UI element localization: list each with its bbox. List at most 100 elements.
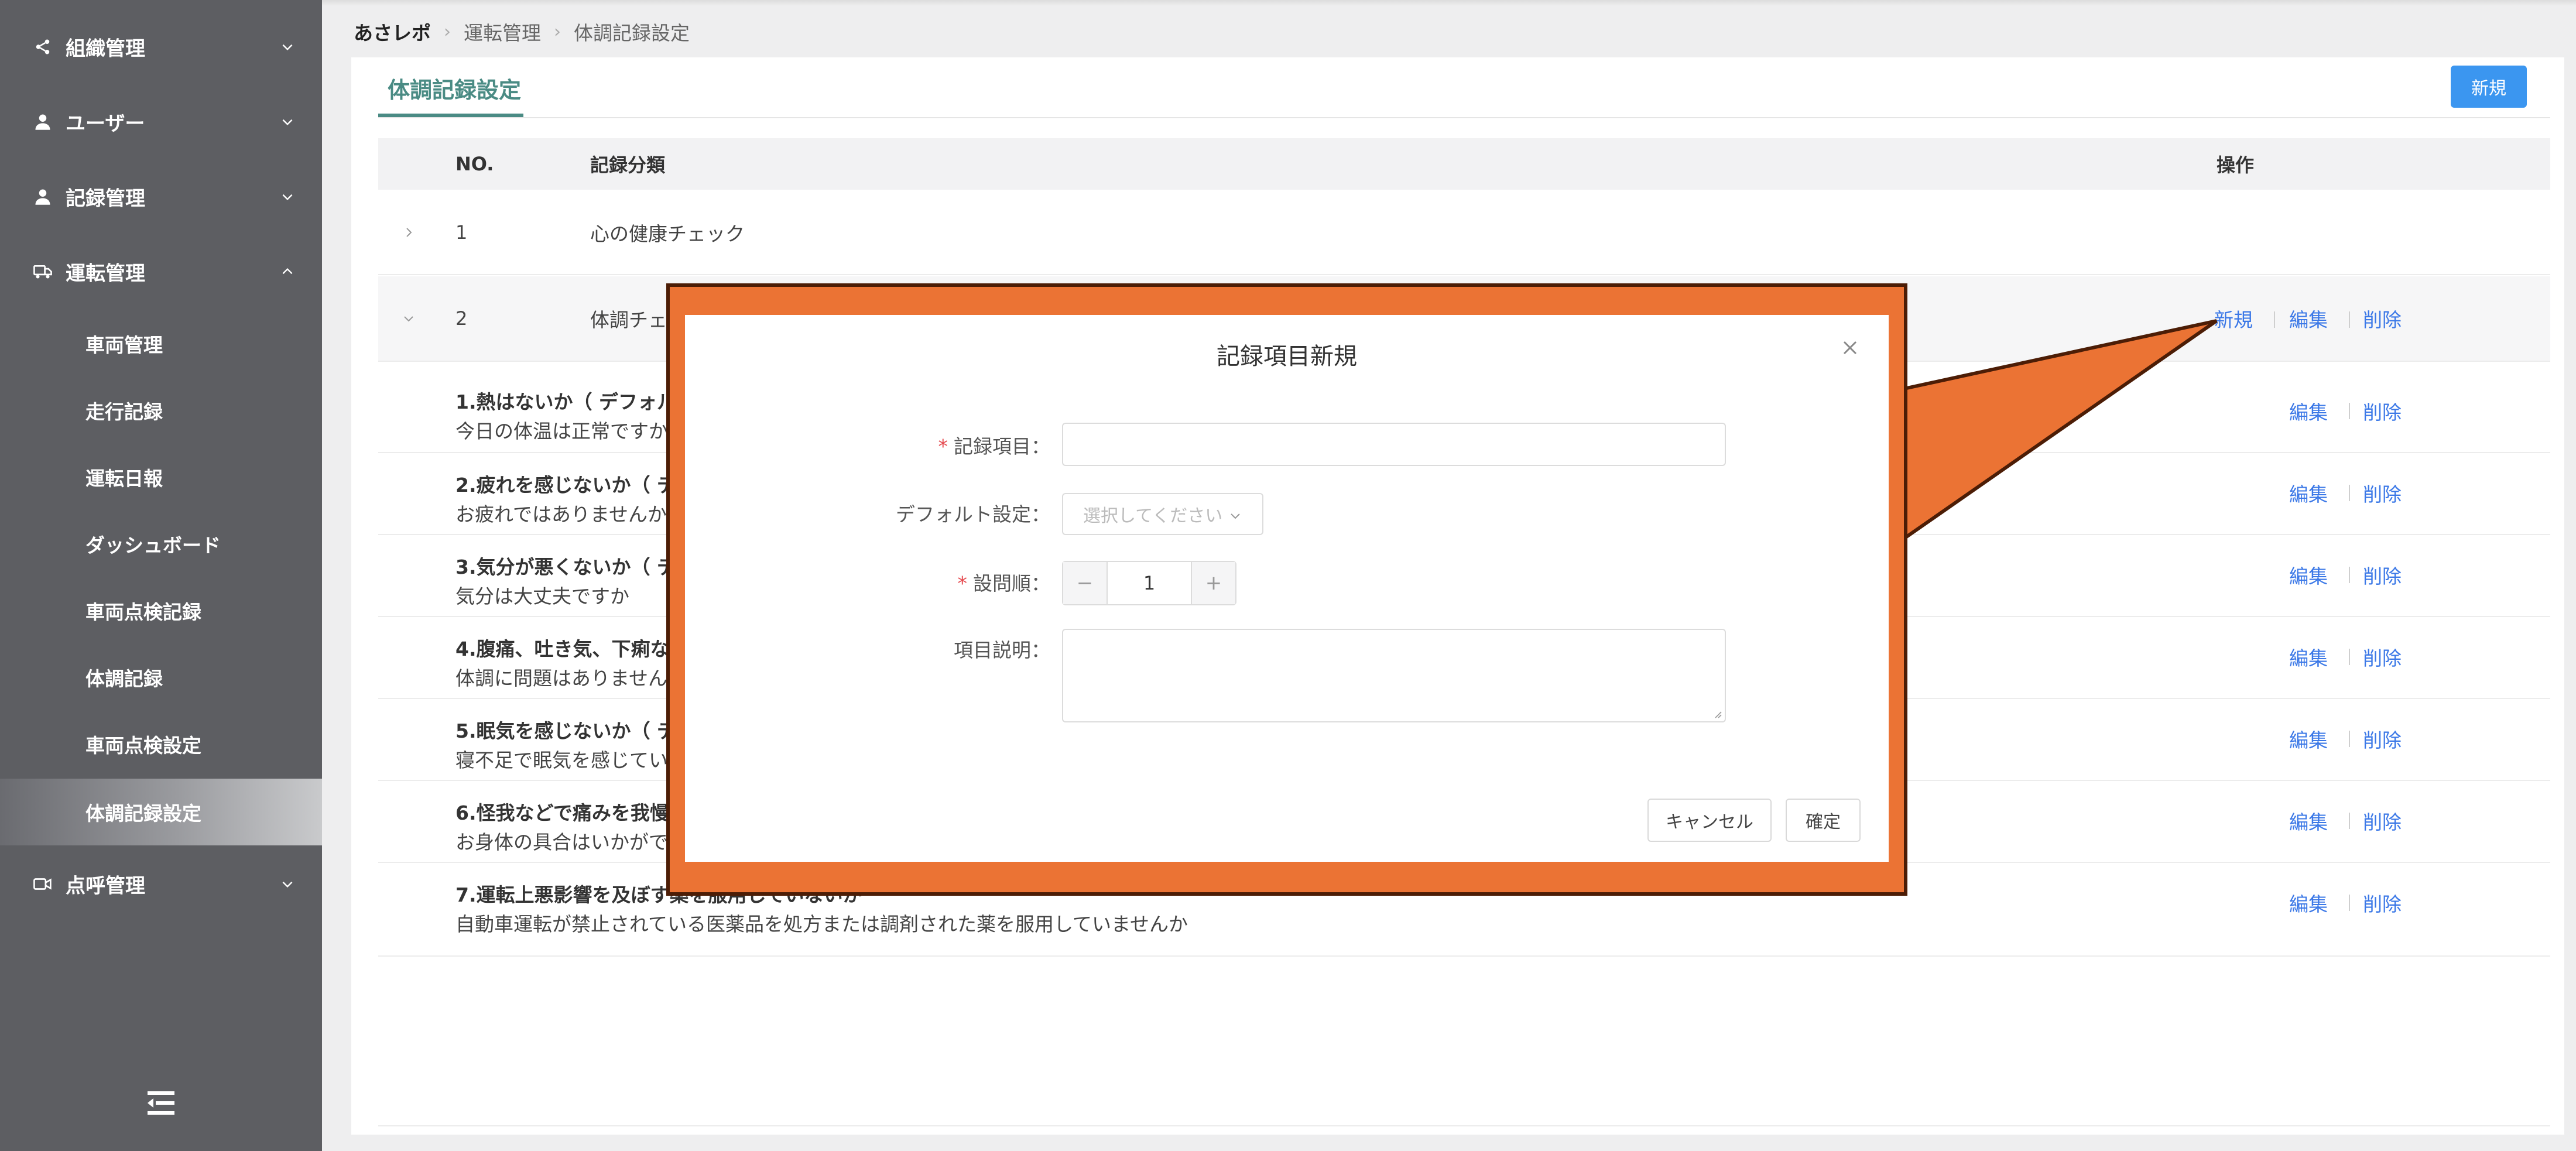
item-delete-link[interactable]: 削除 [2363,561,2402,589]
chevron-right-icon: › [554,21,561,42]
sidebar-item-vehicle-inspection-record[interactable]: 車両点検記録 [0,577,322,644]
question-order-stepper: − 1 + [1062,561,1236,605]
row-new-link[interactable]: 新規 [2214,304,2253,333]
row-no: 1 [455,221,468,244]
breadcrumb-item[interactable]: あさレポ [354,18,431,46]
question-order-label: * 設問順： [804,568,1051,596]
breadcrumb-item: 体調記録設定 [574,22,690,44]
item-title: 4.腹痛、吐き気、下痢など [455,638,689,660]
cancel-button[interactable]: キャンセル [1647,799,1772,842]
action-separator [2349,567,2350,583]
item-description: お疲れではありませんか [455,503,667,526]
row-category: 心の健康チェック [590,222,745,245]
user-icon [33,112,53,132]
sidebar-group-organization[interactable]: 組織管理 [0,18,322,76]
item-delete-link[interactable]: 削除 [2363,889,2402,917]
increment-button[interactable]: + [1192,562,1235,604]
item-edit-link[interactable]: 編集 [2289,725,2328,753]
menu-collapse-icon[interactable] [145,1089,177,1117]
record-item-input[interactable] [1062,423,1726,466]
sidebar-item-travel-record[interactable]: 走行記録 [0,377,322,444]
sidebar-group-label: ユーザー [66,112,145,136]
item-edit-link[interactable]: 編集 [2289,643,2328,671]
item-delete-link[interactable]: 削除 [2363,725,2402,753]
item-description: お身体の具合はいかがで [455,831,668,854]
field-label-text: 記録項目： [954,435,1050,458]
chevron-down-icon [279,188,296,205]
default-setting-label: デフォルト設定： [896,503,1050,526]
chevron-down-icon [1228,507,1242,521]
item-delete-link[interactable]: 削除 [2363,479,2402,507]
item-title: 5.眠気を感じないか（ デ [455,720,676,742]
required-mark: * [957,572,968,595]
chevron-down-icon [279,113,296,131]
column-header-actions: 操作 [2217,154,2255,176]
sidebar-item-dashboard[interactable]: ダッシュボード [0,511,322,577]
chevron-up-icon [279,263,296,280]
item-description: 今日の体温は正常ですか [455,420,668,443]
chevron-right-icon: › [444,21,451,42]
action-separator [2349,311,2350,328]
chevron-down-icon [279,38,296,56]
chevron-down-icon[interactable] [402,311,416,326]
tab-health-record-settings[interactable]: 体調記録設定 [378,57,530,118]
sidebar-item-label: 車両管理 [85,334,163,357]
sidebar-group-records[interactable]: 記録管理 [0,167,322,226]
row-edit-link[interactable]: 編集 [2289,304,2328,333]
item-delete-link[interactable]: 削除 [2363,643,2402,671]
sidebar-item-vehicle-inspection-settings[interactable]: 車両点検設定 [0,711,322,777]
table-header: NO. 記録分類 操作 [378,138,2550,190]
sidebar-item-vehicle[interactable]: 車両管理 [0,310,322,377]
breadcrumb-item[interactable]: 運転管理 [464,18,541,46]
sidebar-item-daily-report[interactable]: 運転日報 [0,444,322,511]
decrement-button[interactable]: − [1063,562,1107,604]
resize-handle-icon[interactable] [1712,708,1722,719]
item-description-label: 項目説明： [954,639,1050,662]
sidebar-group-user[interactable]: ユーザー [0,93,322,151]
item-edit-link[interactable]: 編集 [2289,397,2328,425]
item-delete-link[interactable]: 削除 [2363,397,2402,425]
item-description: 体調に問題はありませんか [455,667,687,690]
new-category-button[interactable]: 新規 [2451,66,2527,108]
chevron-right-icon[interactable] [402,225,416,239]
sidebar-item-label: 車両点検記録 [85,601,201,624]
sidebar-item-label: 走行記録 [85,400,163,423]
action-separator [2349,813,2350,829]
stepper-value[interactable]: 1 [1107,562,1192,604]
sidebar-item-label: 体調記録 [85,667,163,690]
sidebar-group-label: 記録管理 [66,187,145,211]
confirm-button[interactable]: 確定 [1786,799,1861,842]
sidebar-group-driving[interactable]: 運転管理 [0,242,322,301]
video-icon [33,874,53,894]
item-delete-link[interactable]: 削除 [2363,807,2402,835]
share-icon [33,37,53,57]
row-category: 体調チェ [590,309,667,331]
item-description: 気分は大丈夫ですか [455,585,629,608]
row-no: 2 [455,307,468,330]
tab-divider [378,117,2550,118]
close-icon[interactable] [1838,336,1862,359]
chevron-down-icon [279,875,296,893]
sidebar-item-label: 車両点検設定 [85,734,201,757]
item-edit-link[interactable]: 編集 [2289,889,2328,917]
sidebar-item-label: ダッシュボード [85,534,221,557]
action-separator [2349,731,2350,747]
table-bottom-border [378,1125,2550,1126]
sidebar-item-health-record[interactable]: 体調記録 [0,644,322,711]
sidebar-item-health-record-settings[interactable]: 体調記録設定 [0,779,322,845]
action-separator [2349,649,2350,665]
item-edit-link[interactable]: 編集 [2289,807,2328,835]
sidebar-group-roll-call[interactable]: 点呼管理 [0,855,322,913]
dialog-title: 記録項目新規 [1217,343,1357,370]
required-mark: * [938,435,948,458]
item-edit-link[interactable]: 編集 [2289,561,2328,589]
item-description-textarea[interactable] [1062,629,1726,722]
default-setting-select[interactable]: 選択してください [1062,493,1263,535]
column-header-category: 記録分類 [590,154,666,176]
item-description: 自動車運転が禁止されている医薬品を処方または調剤された薬を服用していませんか [455,913,1188,936]
truck-icon [33,262,53,282]
row-delete-link[interactable]: 削除 [2363,304,2402,333]
breadcrumb: あさレポ › 運転管理 › 体調記録設定 [354,15,690,48]
item-edit-link[interactable]: 編集 [2289,479,2328,507]
record-item-label: * 記録項目： [804,431,1051,459]
